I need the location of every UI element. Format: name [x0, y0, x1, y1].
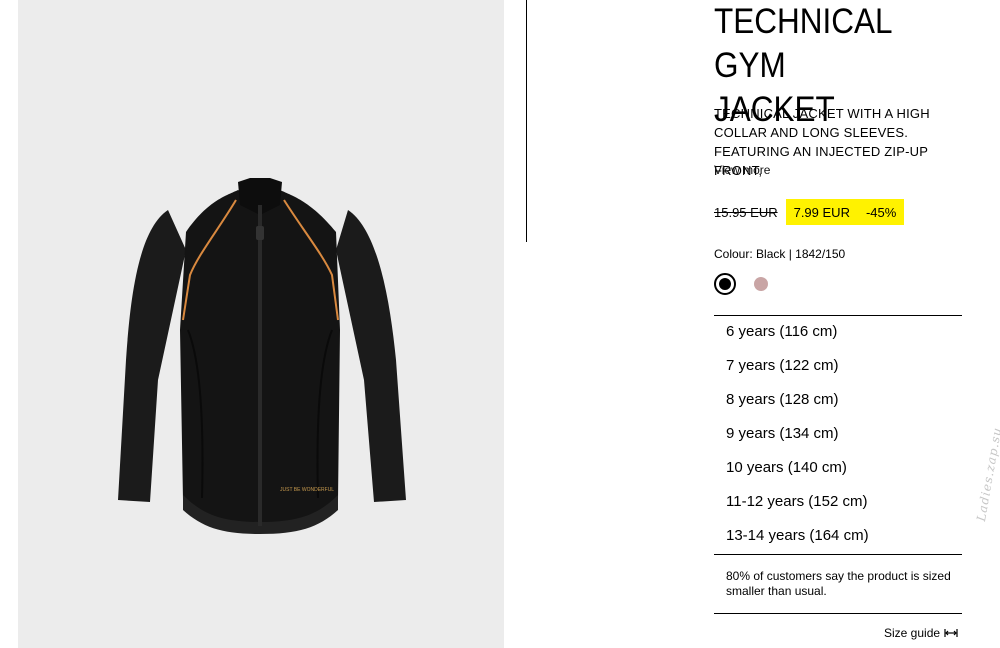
colour-swatch-pink[interactable] — [754, 277, 768, 291]
price-row: 15.95 EUR 7.99 EUR -45% — [714, 199, 905, 225]
colour-info: Colour: Black | 1842/150 — [714, 247, 846, 261]
fit-note-divider — [714, 613, 962, 614]
description-line: COLLAR AND LONG SLEEVES. — [714, 125, 909, 140]
colour-swatch-black[interactable] — [714, 273, 736, 295]
ruler-arrows-icon — [944, 629, 958, 637]
size-option[interactable]: 9 years (134 cm) — [726, 417, 962, 451]
size-option[interactable]: 7 years (122 cm) — [726, 349, 962, 383]
size-option[interactable]: 13-14 years (164 cm) — [726, 519, 962, 553]
colour-swatches — [714, 273, 768, 295]
current-price: 7.99 EUR — [793, 204, 850, 220]
description-line: TECHNICAL JACKET WITH A HIGH — [714, 106, 930, 121]
sale-price-badge: 7.99 EUR -45% — [785, 199, 905, 225]
size-option[interactable]: 10 years (140 cm) — [726, 451, 962, 485]
size-option[interactable]: 11-12 years (152 cm) — [726, 485, 962, 519]
view-more-link[interactable]: View more — [714, 163, 770, 177]
title-line-1: TECHNICAL GYM — [714, 2, 892, 85]
sizes-bottom-divider — [714, 554, 962, 555]
jacket-illustration: JUST BE WONDERFUL — [118, 178, 406, 534]
size-option[interactable]: 8 years (128 cm) — [726, 383, 962, 417]
size-list: 6 years (116 cm) 7 years (122 cm) 8 year… — [726, 315, 962, 553]
discount-percent: -45% — [865, 204, 897, 220]
jacket-print-text: JUST BE WONDERFUL — [280, 487, 334, 493]
product-image[interactable]: JUST BE WONDERFUL — [18, 0, 504, 648]
original-price: 15.95 EUR — [714, 204, 778, 220]
size-guide-link[interactable]: Size guide — [884, 626, 958, 640]
watermark: Ladies.zap.su — [974, 425, 1000, 523]
vertical-divider — [526, 0, 527, 242]
size-guide-label: Size guide — [884, 626, 941, 640]
size-option[interactable]: 6 years (116 cm) — [726, 315, 962, 349]
fit-note: 80% of customers say the product is size… — [726, 569, 951, 598]
